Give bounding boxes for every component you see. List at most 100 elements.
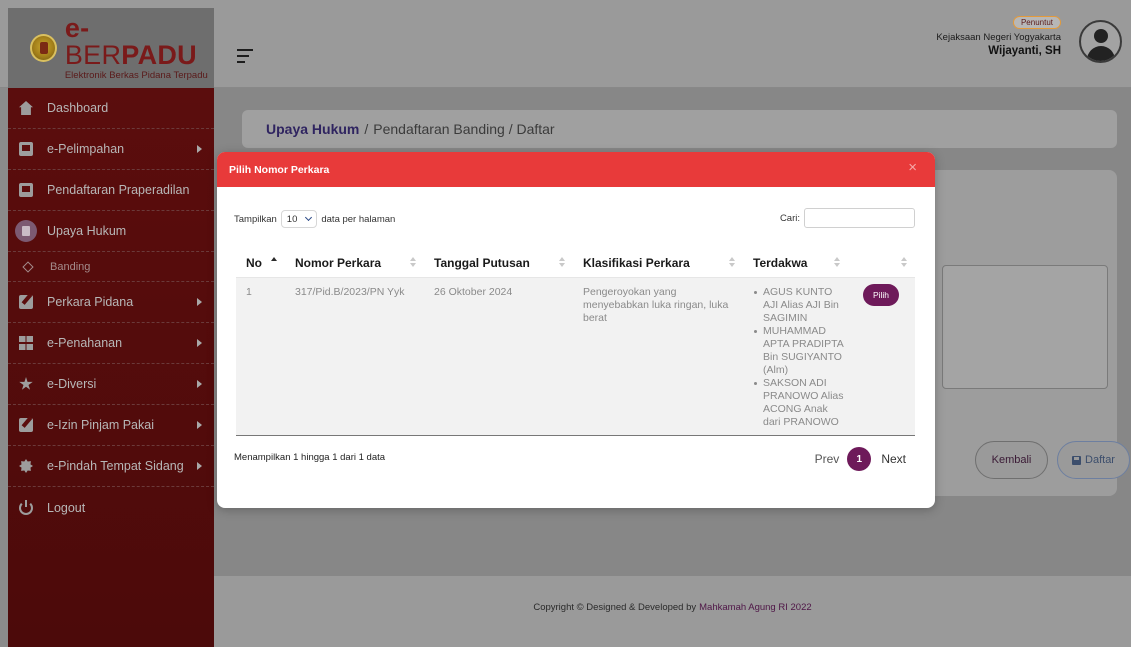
- case-select-modal: Pilih Nomor Perkara × Tampilkan 10 data …: [217, 152, 935, 508]
- page-length-select[interactable]: 10: [280, 210, 318, 228]
- power-icon: [19, 499, 33, 515]
- defendant-item: MUHAMMAD APTA PRADIPTA Bin SUGIYANTO (Al…: [753, 325, 844, 377]
- column-header-terdakwa[interactable]: Terdakwa: [743, 249, 848, 278]
- grid-icon: [19, 336, 33, 350]
- sidebar-item-label: e-Diversi: [47, 377, 97, 391]
- sidebar-item-e-izin-pinjam-pakai[interactable]: e-Izin Pinjam Pakai: [8, 405, 214, 446]
- footer-text: Copyright © Designed & Developed by: [533, 602, 697, 613]
- submit-button[interactable]: Daftar: [1057, 441, 1130, 479]
- search-input[interactable]: [804, 208, 915, 228]
- sidebar-item-label: Pendaftaran Praperadilan: [47, 183, 190, 197]
- table-row: 1 317/Pid.B/2023/PN Yyk 26 Oktober 2024 …: [236, 277, 915, 436]
- user-name: Wijayanti, SH: [988, 45, 1061, 57]
- logo-text: e-BERPADU Elektronik Berkas Pidana Terpa…: [65, 15, 214, 81]
- caret-right-icon: [197, 421, 202, 429]
- document-icon: [19, 183, 33, 197]
- select-case-button[interactable]: Pilih: [863, 283, 899, 306]
- sidebar-item-e-penahanan[interactable]: e-Penahanan: [8, 323, 214, 364]
- document-icon: [15, 220, 37, 242]
- diamond-icon: [22, 260, 34, 273]
- case-table: No Nomor Perkara Tanggal Putusan Klasifi…: [236, 249, 915, 436]
- cell-no: 1: [236, 277, 285, 436]
- sort-icon: [729, 257, 735, 268]
- modal-title: Pilih Nomor Perkara: [229, 163, 330, 176]
- logo-title: e-BERPADU: [65, 15, 214, 69]
- column-header-label: Klasifikasi Perkara: [583, 255, 690, 270]
- user-info[interactable]: Penuntut Kejaksaan Negeri Yogyakarta Wij…: [936, 12, 1061, 57]
- footer-link[interactable]: Mahkamah Agung RI 2022: [699, 602, 812, 613]
- next-page-button[interactable]: Next: [881, 452, 906, 466]
- sidebar-item-label: e-Penahanan: [47, 336, 123, 350]
- logo-title-ber: BER: [64, 40, 122, 71]
- prev-page-button[interactable]: Prev: [815, 452, 840, 466]
- column-header-tanggal-putusan[interactable]: Tanggal Putusan: [424, 249, 573, 278]
- sidebar-item-upaya-hukum[interactable]: Upaya Hukum: [8, 211, 214, 252]
- avatar[interactable]: [1079, 20, 1122, 63]
- cell-nomor-perkara: 317/Pid.B/2023/PN Yyk: [285, 277, 424, 436]
- sidebar-item-e-pelimpahan[interactable]: e-Pelimpahan: [8, 129, 214, 170]
- column-header-label: Tanggal Putusan: [434, 255, 530, 270]
- sidebar-item-label: e-Pelimpahan: [47, 142, 125, 156]
- table-toolbar: Tampilkan 10 data per halaman Cari:: [234, 208, 915, 230]
- form-textarea[interactable]: [942, 265, 1108, 389]
- sidebar-item-label: e-Izin Pinjam Pakai: [47, 418, 154, 432]
- breadcrumb-root[interactable]: Upaya Hukum: [266, 121, 359, 137]
- defendant-list: AGUS KUNTO AJI Alias AJI Bin SAGIMIN MUH…: [753, 286, 844, 429]
- sidebar-item-e-diversi[interactable]: e-Diversi: [8, 364, 214, 405]
- back-button-label: Kembali: [991, 454, 1032, 466]
- sort-icon: [901, 257, 907, 268]
- defendant-item: AGUS KUNTO AJI Alias AJI Bin SAGIMIN: [753, 286, 844, 325]
- footer: Copyright © Designed & Developed by Mahk…: [214, 576, 1131, 647]
- back-button[interactable]: Kembali: [975, 441, 1048, 479]
- gear-icon: [19, 459, 33, 473]
- table-info: Menampilkan 1 hingga 1 dari 1 data: [234, 452, 386, 463]
- caret-right-icon: [197, 339, 202, 347]
- page-length-suffix: data per halaman: [321, 213, 396, 225]
- submit-button-label: Daftar: [1085, 454, 1115, 466]
- breadcrumb: Upaya Hukum / Pendaftaran Banding / Daft…: [242, 110, 1117, 148]
- sort-icon: [559, 257, 565, 268]
- edit-icon: [19, 295, 33, 309]
- sidebar-item-logout[interactable]: Logout: [8, 487, 214, 528]
- sidebar-item-label: Dashboard: [47, 101, 109, 115]
- column-header-nomor-perkara[interactable]: Nomor Perkara: [285, 249, 424, 278]
- table-search: Cari:: [780, 208, 915, 228]
- search-label: Cari:: [779, 212, 800, 224]
- role-badge: Penuntut: [1012, 16, 1061, 29]
- sidebar-item-pendaftaran-praperadilan[interactable]: Pendaftaran Praperadilan: [8, 170, 214, 211]
- sidebar-item-banding[interactable]: Banding: [8, 252, 214, 282]
- breadcrumb-current: Pendaftaran Banding / Daftar: [373, 121, 555, 137]
- breadcrumb-separator: /: [364, 121, 369, 137]
- page-number-button[interactable]: 1: [847, 447, 872, 471]
- cell-tanggal-putusan: 26 Oktober 2024: [424, 277, 573, 436]
- column-header-no[interactable]: No: [236, 249, 285, 278]
- logo-title-padu: PADU: [121, 40, 197, 71]
- sidebar-item-dashboard[interactable]: Dashboard: [8, 88, 214, 129]
- logo-subtitle: Elektronik Berkas Pidana Terpadu: [64, 70, 208, 82]
- sidebar-item-e-pindah-tempat-sidang[interactable]: e-Pindah Tempat Sidang: [8, 446, 214, 487]
- sort-icon: [410, 257, 416, 268]
- caret-right-icon: [197, 462, 202, 470]
- sidebar-item-label: Perkara Pidana: [47, 295, 134, 309]
- column-header-label: Terdakwa: [753, 255, 808, 270]
- sort-ascending-icon: [271, 257, 277, 268]
- table-header-row: No Nomor Perkara Tanggal Putusan Klasifi…: [236, 249, 915, 278]
- sort-icon: [834, 257, 840, 268]
- sidebar-item-perkara-pidana[interactable]: Perkara Pidana: [8, 282, 214, 323]
- column-header-klasifikasi-perkara[interactable]: Klasifikasi Perkara: [573, 249, 743, 278]
- edit-icon: [19, 418, 33, 432]
- close-icon[interactable]: ×: [908, 160, 917, 175]
- caret-right-icon: [197, 145, 202, 153]
- column-header-label: Nomor Perkara: [295, 255, 382, 270]
- organization-name: Kejaksaan Negeri Yogyakarta: [936, 32, 1061, 43]
- cell-klasifikasi-perkara: Pengeroyokan yang menyebabkan luka ringa…: [573, 277, 743, 436]
- logo[interactable]: e-BERPADU Elektronik Berkas Pidana Terpa…: [8, 8, 214, 88]
- top-bar: e-BERPADU Elektronik Berkas Pidana Terpa…: [0, 0, 1131, 88]
- cell-action: Pilih: [848, 277, 915, 436]
- document-icon: [19, 142, 33, 156]
- sidebar-item-label: Banding: [50, 260, 91, 273]
- save-icon: [1072, 455, 1082, 465]
- menu-toggle-icon[interactable]: [237, 49, 253, 63]
- sidebar-item-label: Upaya Hukum: [47, 224, 127, 238]
- column-header-action[interactable]: [848, 249, 915, 278]
